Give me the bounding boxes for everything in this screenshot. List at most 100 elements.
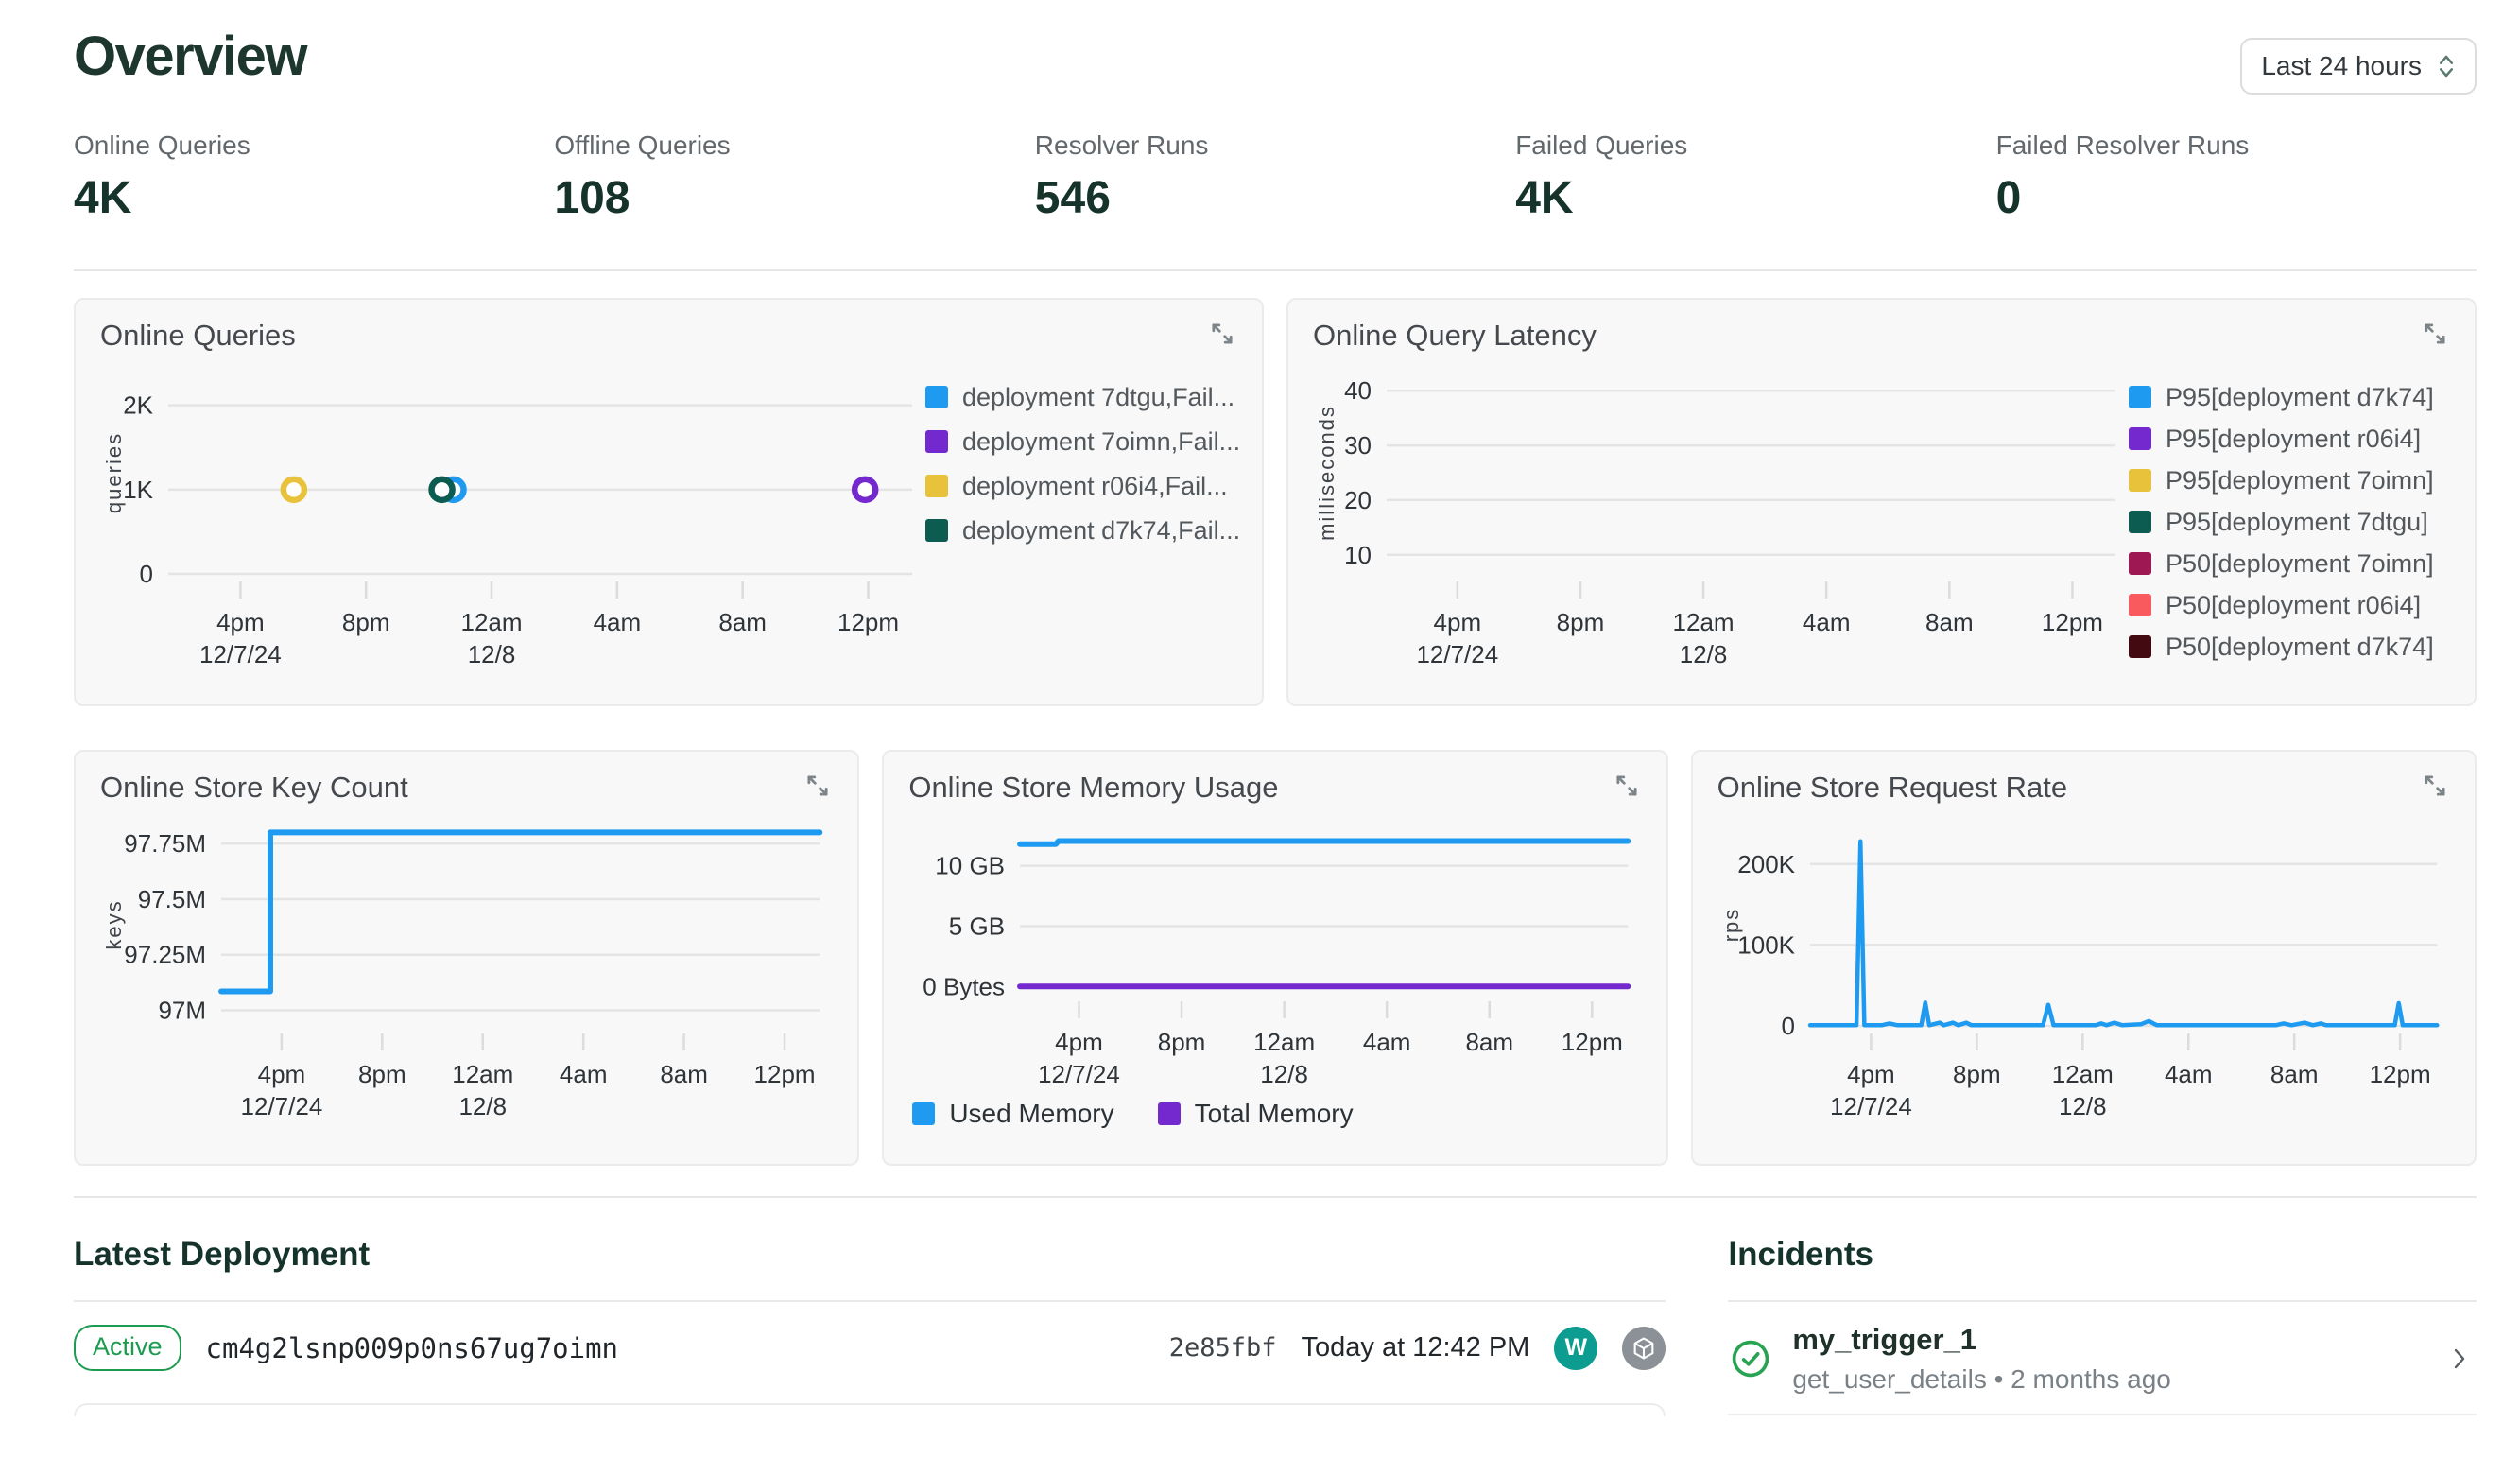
svg-text:8am: 8am — [660, 1060, 708, 1088]
svg-text:12/8: 12/8 — [2059, 1092, 2107, 1120]
legend-label: deployment 7dtgu,Fail... — [962, 382, 1235, 411]
stat-card: Online Queries 4K — [74, 130, 554, 224]
chevron-right-icon[interactable] — [2446, 1343, 2473, 1375]
svg-text:12am: 12am — [1253, 1028, 1315, 1056]
legend-item[interactable]: Used Memory — [912, 1098, 1114, 1130]
svg-text:0: 0 — [140, 560, 153, 588]
stat-card: Failed Resolver Runs 0 — [1996, 130, 2477, 224]
legend-item[interactable]: P95[deployment d7k74] — [2129, 381, 2450, 413]
memory-usage-legend: Used Memory Total Memory — [908, 1098, 1641, 1142]
legend-item[interactable]: P50[deployment 7oimn] — [2129, 547, 2450, 580]
expand-button[interactable] — [1612, 771, 1642, 804]
legend-swatch — [2129, 511, 2151, 533]
time-range-select[interactable]: Last 24 hours — [2240, 38, 2477, 95]
legend-swatch — [2129, 469, 2151, 492]
legend-swatch — [925, 430, 948, 453]
panel-title: Online Store Key Count — [100, 771, 408, 804]
svg-text:8pm: 8pm — [358, 1060, 406, 1088]
stat-label: Resolver Runs — [1034, 130, 1209, 160]
stat-value: 4K — [1515, 173, 1574, 223]
legend-item[interactable]: P95[deployment r06i4] — [2129, 423, 2450, 455]
stats-row: Online Queries 4K Offline Queries 108 Re… — [74, 130, 2477, 224]
incidents-title: Incidents — [1728, 1236, 1873, 1273]
latest-deployment-section: Latest Deployment Active cm4g2lsnp009p0n… — [74, 1236, 1666, 1416]
legend-swatch — [925, 519, 948, 542]
legend-swatch — [2129, 427, 2151, 450]
svg-text:8am: 8am — [1925, 608, 1974, 636]
stat-card: Offline Queries 108 — [554, 130, 1034, 224]
time-range-value: Last 24 hours — [2261, 51, 2422, 80]
incident-item[interactable]: my_trigger_1 get_user_details • 2 months… — [1728, 1302, 2477, 1414]
svg-text:queries: queries — [102, 432, 126, 513]
legend-label: Total Memory — [1194, 1099, 1354, 1128]
panel-online-query-latency: Online Query Latency 10 20 30 40 4pm 12/7/24 8… — [1286, 298, 2477, 706]
svg-text:4pm: 4pm — [1847, 1060, 1895, 1088]
panel-online-queries: Online Queries 0 1K 2K 4pm 12/7/24 8pm 12am 12/… — [74, 298, 1264, 706]
svg-text:97.5M: 97.5M — [138, 885, 206, 913]
svg-text:12pm: 12pm — [754, 1060, 816, 1088]
legend-item[interactable]: deployment d7k74,Fail... — [925, 514, 1240, 547]
stat-label: Failed Resolver Runs — [1995, 130, 2250, 160]
deployment-id: cm4g2lsnp009p0ns67ug7oimn — [205, 1331, 619, 1364]
request-rate-chart[interactable]: 0 100K 200K 4pm 12/7/24 8pm 12am 12/8 4am 8am 12pm… — [1717, 808, 2450, 1120]
expand-button[interactable] — [2420, 319, 2450, 352]
latest-deployment-title: Latest Deployment — [74, 1236, 371, 1273]
svg-text:1K: 1K — [123, 476, 153, 504]
svg-text:12/7/24: 12/7/24 — [241, 1092, 323, 1120]
svg-text:12pm: 12pm — [2369, 1060, 2430, 1088]
online-queries-chart[interactable]: 0 1K 2K 4pm 12/7/24 8pm 12am 12/8 4am 8am 12pm quer… — [100, 356, 925, 668]
stat-value: 108 — [554, 173, 630, 223]
svg-text:40: 40 — [1344, 376, 1372, 405]
status-badge: Active — [74, 1325, 181, 1371]
charts-row-1: Online Queries 0 1K 2K 4pm 12/7/24 8pm 12am 12/… — [74, 298, 2477, 706]
svg-text:8pm: 8pm — [1557, 608, 1605, 636]
stat-label: Failed Queries — [1515, 130, 1688, 160]
svg-text:12am: 12am — [1673, 608, 1735, 636]
legend-item[interactable]: P95[deployment 7dtgu] — [2129, 506, 2450, 538]
package-icon — [1633, 1336, 1654, 1360]
legend-item[interactable]: P50[deployment r06i4] — [2129, 589, 2450, 621]
expand-button[interactable] — [1207, 319, 1237, 352]
legend-item[interactable]: deployment 7dtgu,Fail... — [925, 381, 1237, 413]
legend-label: P50[deployment 7oimn] — [2166, 548, 2434, 578]
panel-request-rate: Online Store Request Rate 0 100K 200K 4pm 12… — [1690, 750, 2477, 1166]
legend-item[interactable]: Total Memory — [1157, 1098, 1354, 1130]
deployment-row[interactable]: Active cm4g2lsnp009p0ns67ug7oimn 2e85fbf… — [74, 1302, 1666, 1392]
user-avatar: W — [1554, 1326, 1598, 1370]
divider — [1728, 1414, 2477, 1415]
chevron-up-down-icon — [2439, 55, 2454, 78]
svg-text:4am: 4am — [594, 608, 642, 636]
svg-text:keys: keys — [102, 899, 126, 949]
expand-button[interactable] — [2420, 771, 2450, 804]
dashboard-page: Overview Last 24 hours Online Queries 4K… — [0, 0, 2520, 1458]
legend-item[interactable]: deployment r06i4,Fail... — [925, 470, 1237, 502]
legend-swatch — [912, 1102, 936, 1125]
online-query-latency-chart[interactable]: 10 20 30 40 4pm 12/7/24 8pm 12am 12/8 4am 8am 12pm m… — [1313, 356, 2129, 668]
svg-text:8pm: 8pm — [342, 608, 390, 636]
svg-text:30: 30 — [1344, 431, 1372, 460]
legend-item[interactable]: P95[deployment 7oimn] — [2129, 464, 2450, 496]
svg-text:12pm: 12pm — [1562, 1028, 1623, 1056]
svg-text:12pm: 12pm — [837, 608, 899, 636]
legend-item[interactable]: deployment 7oimn,Fail... — [925, 425, 1241, 458]
legend-label: deployment r06i4,Fail... — [962, 471, 1228, 500]
legend-label: deployment 7oimn,Fail... — [962, 426, 1241, 456]
svg-text:4am: 4am — [2165, 1060, 2213, 1088]
svg-text:2K: 2K — [123, 391, 153, 420]
svg-text:0: 0 — [1781, 1012, 1794, 1040]
legend-label: Used Memory — [949, 1099, 1114, 1128]
svg-text:4pm: 4pm — [216, 608, 265, 636]
legend-label: P95[deployment 7oimn] — [2166, 465, 2434, 495]
svg-text:12/7/24: 12/7/24 — [1038, 1060, 1120, 1088]
deployment-time: Today at 12:42 PM — [1301, 1332, 1530, 1363]
legend-label: P95[deployment 7dtgu] — [2166, 507, 2428, 536]
panel-key-count: Online Store Key Count 97M 97.25M 97.5M 97.… — [74, 750, 860, 1166]
legend-swatch — [2129, 552, 2151, 575]
memory-usage-chart[interactable]: 0 Bytes 5 GB 10 GB 4pm 12/7/24 8pm 12am 12/8 4am… — [908, 808, 1641, 1088]
online-queries-legend: deployment 7dtgu,Fail... deployment 7oimn… — [925, 356, 1241, 668]
legend-item[interactable]: P50[deployment d7k74] — [2129, 631, 2450, 663]
expand-button[interactable] — [803, 771, 833, 804]
stat-value: 546 — [1034, 173, 1111, 223]
key-count-chart[interactable]: 97M 97.25M 97.5M 97.75M 4pm 12/7/24 8pm 12am 12/… — [100, 808, 833, 1120]
incident-detail: get_user_details • 2 months ago — [1792, 1364, 2171, 1394]
